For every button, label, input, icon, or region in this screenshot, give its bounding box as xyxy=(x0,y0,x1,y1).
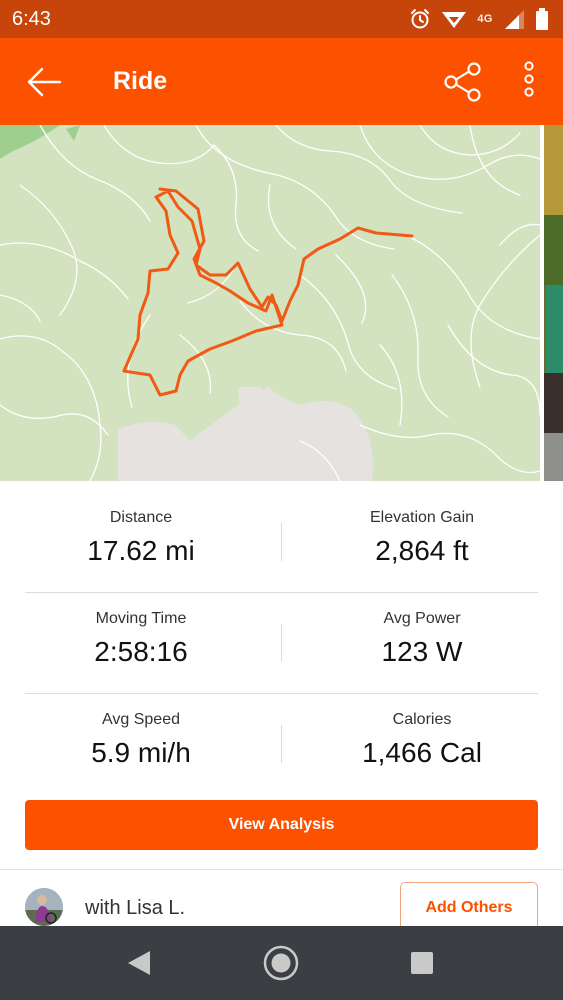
battery-icon xyxy=(536,8,548,30)
stat-value: 2,864 ft xyxy=(375,535,469,566)
stats-row: Moving Time 2:58:16 Avg Power 123 W xyxy=(0,582,563,682)
stat-moving-time: Moving Time 2:58:16 xyxy=(0,582,282,682)
photo-thumbnail[interactable] xyxy=(544,125,563,481)
stat-label: Distance xyxy=(109,509,173,526)
view-analysis-button[interactable]: View Analysis xyxy=(25,800,538,850)
avatar[interactable] xyxy=(25,888,63,926)
nav-home-icon xyxy=(263,945,299,981)
stat-calories: Calories 1,466 Cal xyxy=(281,683,563,783)
alarm-icon xyxy=(411,9,430,29)
signal-icon xyxy=(505,10,524,29)
stat-label: Avg Speed xyxy=(102,711,180,728)
stat-label: Calories xyxy=(392,711,452,728)
with-athletes-row: with Lisa L. Add Others xyxy=(0,870,563,934)
share-icon xyxy=(444,62,481,102)
stat-value: 17.62 mi xyxy=(87,535,195,566)
stat-value: 5.9 mi/h xyxy=(91,737,191,768)
back-button[interactable] xyxy=(22,60,66,104)
system-nav-bar xyxy=(0,926,563,1000)
stat-label: Avg Power xyxy=(383,610,461,627)
stat-value: 2:58:16 xyxy=(94,636,188,667)
nav-home-button[interactable] xyxy=(241,926,321,1000)
stat-value: 1,466 Cal xyxy=(362,737,482,768)
nav-back-button[interactable] xyxy=(100,926,180,1000)
network-type: 4G xyxy=(477,13,493,25)
nav-back-icon xyxy=(128,951,150,975)
nav-recents-button[interactable] xyxy=(381,926,461,1000)
nav-recents-icon xyxy=(411,952,433,974)
more-options-button[interactable] xyxy=(512,60,546,106)
with-athletes-text: with Lisa L. xyxy=(85,897,186,919)
status-time: 6:43 xyxy=(12,8,51,30)
stat-avg-power: Avg Power 123 W xyxy=(281,582,563,682)
stats-row: Distance 17.62 mi Elevation Gain 2,864 f… xyxy=(0,481,563,581)
back-arrow-icon xyxy=(27,67,62,97)
data-saver-icon xyxy=(442,12,467,28)
share-button[interactable] xyxy=(440,60,486,106)
page-title: Ride xyxy=(113,67,168,95)
status-bar: 6:43 4G xyxy=(0,0,563,38)
stat-label: Moving Time xyxy=(95,610,187,627)
more-vert-icon xyxy=(524,61,534,97)
route-map[interactable] xyxy=(0,125,563,481)
stat-value: 123 W xyxy=(381,636,463,667)
stat-avg-speed: Avg Speed 5.9 mi/h xyxy=(0,683,282,783)
stat-distance: Distance 17.62 mi xyxy=(0,481,282,581)
app-bar: Ride xyxy=(0,38,563,125)
status-icons: 4G xyxy=(409,7,549,31)
stats-row: Avg Speed 5.9 mi/h Calories 1,466 Cal xyxy=(0,683,563,783)
stat-elevation-gain: Elevation Gain 2,864 ft xyxy=(281,481,563,581)
stat-label: Elevation Gain xyxy=(369,509,475,526)
